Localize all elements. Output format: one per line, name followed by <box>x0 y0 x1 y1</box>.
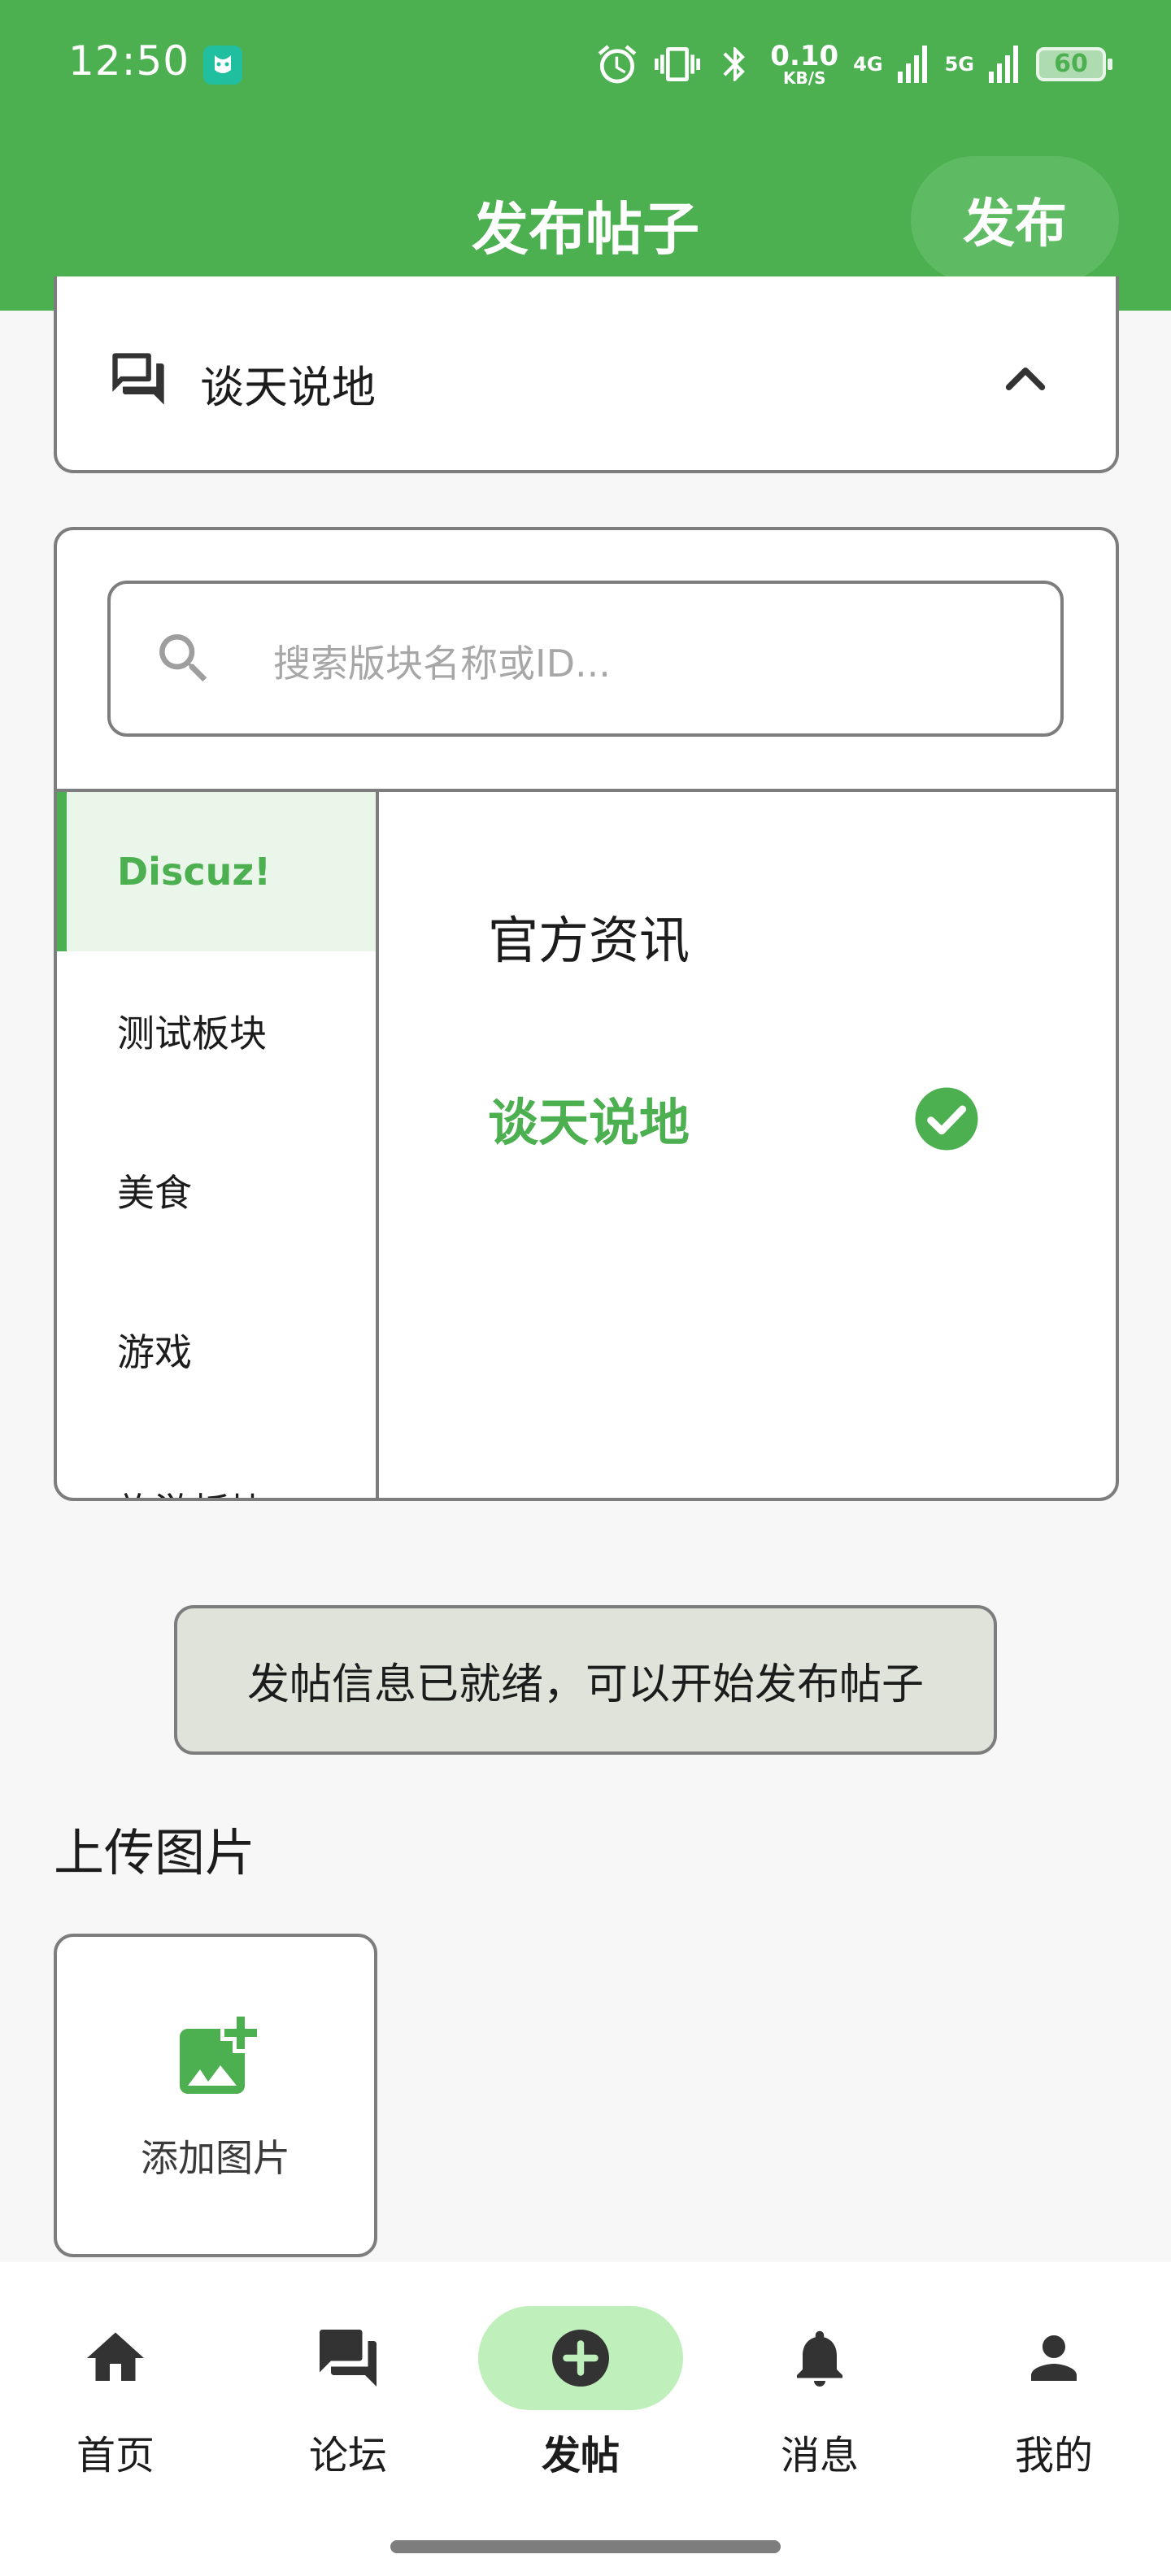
nav-label: 消息 <box>780 2433 859 2478</box>
forum-item-selected[interactable]: 谈天说地 <box>488 1081 690 1155</box>
selected-forum-label: 谈天说地 <box>200 362 376 413</box>
forum-group-item[interactable]: Discuz! <box>57 792 376 951</box>
forum-group-label: 旅游板块 <box>117 1482 267 1498</box>
forum-item[interactable]: 官方资讯 <box>488 899 690 973</box>
person-icon <box>1031 2335 1077 2381</box>
add-photo-icon <box>180 2017 257 2094</box>
nav-item-post[interactable]: 发帖 <box>478 2306 683 2485</box>
status-indicators: 0.10 KB/S 4G 5G 60 <box>594 36 1112 93</box>
nav-label: 论坛 <box>308 2433 387 2478</box>
nav-icon-container <box>246 2306 451 2410</box>
search-input[interactable] <box>272 628 1007 699</box>
network-speed-unit: KB/S <box>783 68 826 88</box>
nav-label: 我的 <box>1014 2433 1093 2478</box>
forum-group-label: 游戏 <box>117 1330 192 1374</box>
network-type-5g: 5G <box>944 53 974 76</box>
toast-message: 发帖信息已就绪，可以开始发布帖子 <box>174 1605 997 1755</box>
battery-icon: 60 <box>1036 47 1112 81</box>
bluetooth-icon <box>723 47 746 81</box>
divider <box>376 790 379 1498</box>
network-speed: 0.10 KB/S <box>770 42 838 86</box>
forum-group-item[interactable]: 旅游板块 <box>57 1429 376 1498</box>
home-icon <box>87 2332 144 2381</box>
nav-icon-container <box>13 2306 218 2410</box>
forum-group-item[interactable]: 美食 <box>57 1111 376 1270</box>
vibrate-icon <box>655 47 701 81</box>
forum-group-label: Discuz! <box>117 850 272 894</box>
alarm-icon <box>598 45 637 84</box>
home-indicator[interactable] <box>390 2540 781 2553</box>
bell-icon <box>797 2330 842 2387</box>
nav-item-profile[interactable]: 我的 <box>956 2306 1151 2485</box>
publish-button[interactable]: 发布 <box>911 156 1119 283</box>
chevron-up-icon[interactable] <box>997 356 1054 402</box>
nav-icon-container <box>478 2306 683 2410</box>
nav-item-forum[interactable]: 论坛 <box>250 2306 446 2485</box>
nav-icon-container <box>717 2306 922 2410</box>
add-circle-icon <box>552 2330 609 2387</box>
forum-group-label: 测试板块 <box>117 1012 267 1055</box>
app-notification-icon <box>203 46 242 85</box>
forum-icon <box>320 2330 377 2387</box>
search-icon <box>159 634 207 682</box>
battery-level: 60 <box>1054 50 1088 78</box>
nav-item-home[interactable]: 首页 <box>18 2306 213 2485</box>
signal-icon <box>897 46 927 83</box>
forum-group-list[interactable]: Discuz! 测试板块 美食 游戏 旅游板块 <box>57 792 376 1498</box>
status-time: 12:50 <box>68 37 190 85</box>
network-speed-value: 0.10 <box>770 40 839 72</box>
forum-group-label: 美食 <box>117 1171 192 1215</box>
nav-item-messages[interactable]: 消息 <box>722 2306 917 2485</box>
check-circle-icon <box>915 1087 978 1151</box>
nav-label: 发帖 <box>541 2433 620 2478</box>
forum-group-item[interactable]: 测试板块 <box>57 951 376 1111</box>
upload-section-title: 上传图片 <box>54 1823 256 1882</box>
network-type-4g: 4G <box>853 53 883 76</box>
nav-icon-container <box>951 2306 1156 2410</box>
forum-group-item[interactable]: 游戏 <box>57 1270 376 1429</box>
nav-label: 首页 <box>76 2433 155 2478</box>
signal-icon <box>989 46 1018 83</box>
add-image-label: 添加图片 <box>141 2136 290 2180</box>
forum-icon <box>112 353 164 405</box>
